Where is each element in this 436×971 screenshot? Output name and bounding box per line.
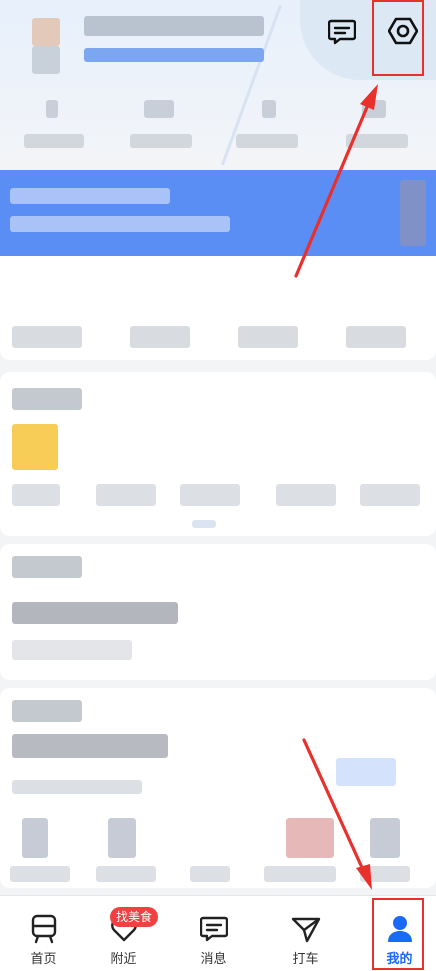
info-subtext-blurred bbox=[12, 640, 132, 660]
tab-messages[interactable]: 消息 bbox=[170, 896, 257, 971]
order-card bbox=[0, 688, 436, 888]
shortcut-item-blurred[interactable] bbox=[346, 326, 406, 348]
taxi-icon bbox=[291, 917, 320, 943]
profile-header bbox=[0, 0, 436, 170]
nearby-badge: 找美食 bbox=[110, 907, 159, 927]
tab-label: 首页 bbox=[30, 952, 57, 967]
shortcut-item-blurred[interactable] bbox=[238, 326, 298, 348]
tab-home[interactable]: 首页 bbox=[0, 896, 87, 971]
order-subtext-blurred bbox=[12, 780, 142, 794]
card-title-blurred bbox=[12, 388, 82, 410]
order-label-blurred bbox=[10, 866, 70, 882]
shortcut-item-blurred[interactable] bbox=[12, 326, 82, 348]
order-item-blurred[interactable] bbox=[370, 818, 400, 858]
shortcut-row bbox=[0, 256, 436, 360]
card-title-blurred bbox=[12, 556, 82, 578]
user-tags-blurred bbox=[84, 48, 264, 62]
order-action-blurred[interactable] bbox=[336, 758, 396, 786]
order-item-blurred[interactable] bbox=[108, 818, 136, 858]
info-card bbox=[0, 544, 436, 680]
order-text-blurred bbox=[12, 734, 168, 758]
tab-label: 附近 bbox=[110, 952, 137, 967]
annotation-box-settings bbox=[372, 0, 424, 76]
order-label-blurred bbox=[360, 866, 410, 882]
page-indicator bbox=[192, 520, 216, 528]
order-label-blurred bbox=[190, 866, 230, 882]
stat-value-blurred bbox=[144, 100, 174, 118]
service-item-blurred[interactable] bbox=[360, 484, 420, 506]
service-item-blurred[interactable] bbox=[180, 484, 240, 506]
order-item-blurred[interactable] bbox=[286, 818, 334, 858]
card-title-blurred bbox=[12, 700, 82, 722]
home-icon bbox=[31, 914, 56, 944]
stat-value-blurred bbox=[362, 100, 386, 118]
message-icon bbox=[328, 19, 356, 45]
service-card bbox=[0, 372, 436, 536]
card-icon-blurred bbox=[12, 424, 58, 470]
annotation-box-profile bbox=[372, 898, 424, 970]
service-item-blurred[interactable] bbox=[276, 484, 336, 506]
shortcut-item-blurred[interactable] bbox=[130, 326, 190, 348]
stat-value-blurred bbox=[262, 100, 276, 118]
stat-value-blurred bbox=[46, 100, 58, 118]
order-item-blurred[interactable] bbox=[22, 818, 48, 858]
bottom-tab-bar: 首页 附近 消息 打车 我的 bbox=[0, 895, 436, 971]
avatar[interactable] bbox=[32, 18, 60, 74]
banner-image-blurred bbox=[400, 180, 426, 246]
stat-label-blurred bbox=[236, 134, 298, 148]
tab-label: 打车 bbox=[292, 952, 319, 967]
banner-title-blurred bbox=[10, 188, 170, 204]
order-label-blurred bbox=[264, 866, 336, 882]
stat-label-blurred bbox=[346, 134, 408, 148]
message-button[interactable] bbox=[326, 16, 358, 48]
service-item-blurred[interactable] bbox=[96, 484, 156, 506]
banner-subtitle-blurred bbox=[10, 216, 230, 232]
stat-label-blurred bbox=[24, 134, 84, 148]
info-text-blurred bbox=[12, 602, 178, 624]
stat-label-blurred bbox=[130, 134, 192, 148]
promo-banner[interactable] bbox=[0, 170, 436, 256]
tab-taxi[interactable]: 打车 bbox=[262, 896, 349, 971]
username-blurred bbox=[84, 16, 264, 36]
message-icon bbox=[199, 916, 228, 942]
service-item-blurred[interactable] bbox=[12, 484, 60, 506]
order-label-blurred bbox=[96, 866, 156, 882]
tab-label: 消息 bbox=[200, 952, 227, 967]
